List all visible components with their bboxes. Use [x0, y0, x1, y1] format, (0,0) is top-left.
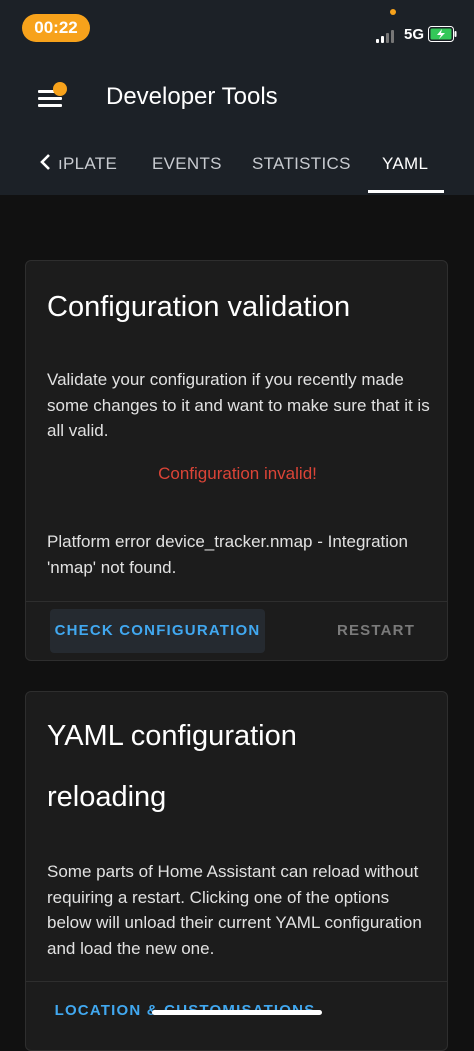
card-title-line1: YAML configuration	[47, 720, 297, 752]
validation-status: Configuration invalid!	[158, 464, 317, 483]
configuration-validation-card: Configuration validation Validate your c…	[25, 260, 448, 661]
card-description: Validate your configuration if you recen…	[47, 370, 430, 440]
page-title: Developer Tools	[106, 83, 278, 110]
card-title-line2: reloading	[47, 781, 167, 813]
app-header: 00:22 5G Developer Tools ıPLATE EVENTS S…	[0, 0, 474, 195]
tab-yaml[interactable]: YAML	[382, 154, 428, 174]
recording-dot-icon	[390, 9, 396, 15]
card-description: Some parts of Home Assistant can reload …	[47, 862, 422, 958]
tab-bar: ıPLATE EVENTS STATISTICS YAML	[0, 140, 474, 195]
tab-events[interactable]: EVENTS	[152, 154, 222, 174]
yaml-reloading-card: YAML configuration reloading Some parts …	[25, 691, 448, 1051]
active-tab-indicator	[368, 190, 444, 193]
status-time: 00:22	[22, 14, 90, 42]
divider	[26, 981, 447, 982]
card-title: Configuration validation	[47, 291, 351, 323]
tab-statistics[interactable]: STATISTICS	[252, 154, 351, 174]
network-label: 5G	[404, 26, 425, 43]
check-configuration-button[interactable]: CHECK CONFIGURATION	[50, 609, 265, 653]
error-message: Platform error device_tracker.nmap - Int…	[47, 532, 408, 577]
home-indicator[interactable]	[152, 1010, 322, 1015]
battery-icon	[428, 26, 457, 42]
signal-icon	[376, 29, 398, 43]
restart-button[interactable]: RESTART	[326, 609, 426, 653]
divider	[26, 601, 447, 602]
tab-template[interactable]: ıPLATE	[58, 154, 117, 174]
notification-badge	[53, 82, 67, 96]
chevron-left-icon[interactable]	[38, 152, 52, 172]
